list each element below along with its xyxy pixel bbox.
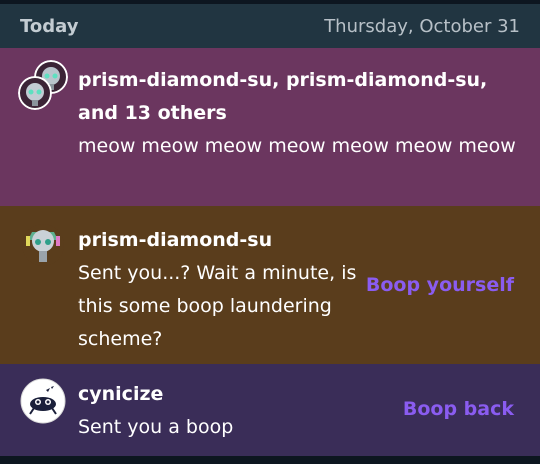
avatar-cynicize[interactable] <box>20 378 66 424</box>
notification-title: prism-diamond-su, prism-diamond-su, and … <box>78 69 488 124</box>
notification-item[interactable]: prism-diamond-su Sent you...? Wait a min… <box>0 206 540 364</box>
notification-body: Sent you...? Wait a minute, is this some… <box>78 262 357 350</box>
activity-header: Today Thursday, October 31 <box>0 4 540 48</box>
cynicize-avatar-icon <box>20 378 66 424</box>
prism-avatar-icon <box>18 76 52 110</box>
notification-item[interactable]: cynicize Sent you a boop Boop back <box>0 364 540 456</box>
avatar-prism-diamond-su[interactable] <box>22 224 64 266</box>
notification-item[interactable]: prism-diamond-su, prism-diamond-su, and … <box>0 48 540 206</box>
notification-body: meow meow meow meow meow meow meow <box>78 135 516 157</box>
section-label-today: Today <box>20 15 79 37</box>
avatar-prism-diamond-su[interactable] <box>18 76 52 110</box>
date-label: Thursday, October 31 <box>324 15 520 37</box>
notification-title: prism-diamond-su <box>78 229 273 251</box>
bottom-border <box>0 456 540 464</box>
prism-avatar-icon <box>22 224 64 266</box>
boop-yourself-button[interactable]: Boop yourself <box>366 274 514 296</box>
boop-back-button[interactable]: Boop back <box>403 398 514 420</box>
